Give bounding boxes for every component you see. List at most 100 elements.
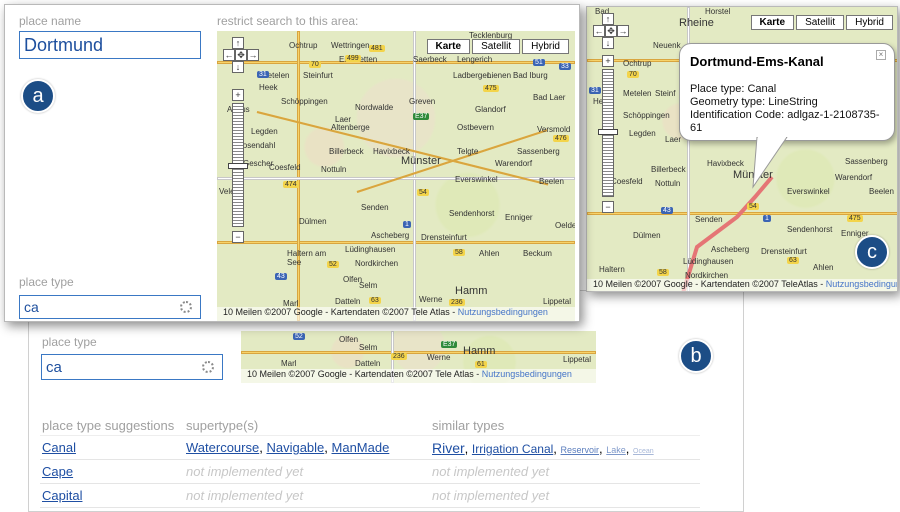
copyright-text: ©2007 Google - Kartendaten ©2007 Tele At… [288, 369, 482, 379]
town-label: Metelen [623, 89, 652, 98]
close-icon[interactable]: × [876, 50, 886, 60]
place-type-input[interactable]: ca [41, 354, 223, 380]
pan-right-icon[interactable]: → [247, 49, 259, 61]
map-type-satellit[interactable]: Satellit [472, 39, 521, 54]
town-label: Nordwalde [355, 103, 394, 112]
map-view[interactable]: Marl Datteln Selm Olfen Werne Hamm Lippe… [241, 331, 596, 383]
terms-link[interactable]: Nutzungsbedingungen [458, 307, 548, 317]
town-label: Lippetal [543, 297, 572, 306]
town-label: Lüdinghausen [683, 257, 734, 266]
pan-up-icon[interactable]: ↑ [232, 37, 244, 49]
pan-left-icon[interactable]: ← [593, 25, 605, 37]
town-label: Münster [401, 155, 441, 167]
map-view[interactable]: Ochtrup Wettringen Tecklenburg Emsdetten… [217, 31, 575, 321]
map-type-karte[interactable]: Karte [750, 15, 795, 30]
town-label: Sassenberg [517, 147, 560, 156]
road-number: 70 [309, 61, 321, 68]
town-label: Beelen [869, 187, 894, 196]
map-type-satellit[interactable]: Satellit [796, 15, 845, 30]
road-number: 63 [369, 297, 381, 304]
similar-type-link[interactable]: River [432, 440, 465, 456]
road-number: 1 [763, 215, 771, 222]
town-label: Oelde [555, 221, 575, 230]
road-number: 63 [787, 257, 799, 264]
similar-type-link[interactable]: Lake [606, 445, 626, 455]
similar-type-link[interactable]: Reservoir [561, 445, 600, 455]
pan-center-icon[interactable]: ✥ [605, 25, 617, 37]
road-number: 70 [627, 71, 639, 78]
popup-place-type: Place type: Canal [690, 83, 777, 95]
town-label: Coesfeld [269, 163, 301, 172]
town-label: Ochtrup [623, 59, 652, 68]
zoom-slider-thumb[interactable] [228, 163, 248, 169]
supertype-link[interactable]: Navigable [266, 440, 324, 455]
town-label: Olfen [339, 335, 359, 344]
town-label: Hamm [455, 285, 488, 297]
town-label: Werne [419, 295, 443, 304]
supertype-link[interactable]: ManMade [332, 440, 390, 455]
town-label: Sendenhorst [449, 209, 495, 218]
road-number: 1 [403, 221, 411, 228]
town-label: Nordkirchen [355, 259, 399, 268]
column-header: supertype(s) [186, 418, 259, 433]
zoom-out-icon[interactable]: − [602, 201, 614, 213]
similar-type-link[interactable]: Ocean [633, 448, 654, 455]
town-label: Sendenhorst [787, 225, 833, 234]
town-label: Hamm [463, 345, 496, 357]
badge-b: b [679, 339, 713, 373]
supertype-link[interactable]: Watercourse [186, 440, 259, 455]
place-type-input[interactable]: ca [19, 295, 201, 319]
pan-up-icon[interactable]: ↑ [602, 13, 614, 25]
town-label: Beckum [523, 249, 552, 258]
not-implemented-text: not implemented yet [432, 488, 550, 503]
suggestion-link[interactable]: Capital [42, 488, 82, 503]
zoom-in-icon[interactable]: + [602, 55, 614, 67]
supertypes: Watercourse, Navigable, ManMade [186, 440, 390, 455]
map-type-selector: Karte Satellit Hybrid [750, 15, 893, 30]
town-label: Ladbergen [453, 71, 492, 80]
town-label: Ascheberg [711, 245, 750, 254]
town-label: Ahlen [813, 263, 834, 272]
pan-left-icon[interactable]: ← [223, 49, 235, 61]
suggestion-link[interactable]: Canal [42, 440, 76, 455]
zoom-slider-thumb[interactable] [598, 129, 618, 135]
town-label: Altenberge [331, 123, 370, 132]
map-type-hybrid[interactable]: Hybrid [846, 15, 893, 30]
terms-link[interactable]: Nutzungsbedingungen [826, 279, 897, 289]
road-number: 54 [417, 189, 429, 196]
town-label: Nottuln [655, 179, 681, 188]
town-label: Haltern am See [287, 249, 327, 267]
town-label: Warendorf [835, 173, 873, 182]
town-label: Wettringen [331, 41, 370, 50]
town-label: Sassenberg [845, 157, 888, 166]
suggestions-table: place type suggestions supertype(s) simi… [40, 418, 700, 508]
pan-center-icon[interactable]: ✥ [235, 49, 247, 61]
place-name-input[interactable]: Dortmund [19, 31, 201, 59]
town-label: Ahlen [479, 249, 500, 258]
zoom-in-icon[interactable]: + [232, 89, 244, 101]
place-type-value: ca [24, 299, 39, 315]
pan-down-icon[interactable]: ↓ [232, 61, 244, 73]
town-label: Selm [359, 281, 378, 290]
town-label: Saerbeck [413, 55, 447, 64]
not-implemented-text: not implemented yet [186, 488, 304, 503]
town-label: Senden [695, 215, 723, 224]
road-number: E37 [413, 113, 430, 120]
town-label: Heek [259, 83, 278, 92]
restrict-area-label: restrict search to this area: [217, 14, 359, 28]
terms-link[interactable]: Nutzungsbedingungen [482, 369, 572, 379]
road-number: 61 [475, 361, 487, 368]
road-number: 43 [275, 273, 287, 280]
pan-down-icon[interactable]: ↓ [602, 37, 614, 49]
map-type-karte[interactable]: Karte [426, 39, 471, 54]
pan-right-icon[interactable]: → [617, 25, 629, 37]
similar-type-link[interactable]: Irrigation Canal [472, 442, 553, 456]
road-number: 43 [661, 207, 673, 214]
badge-a: a [21, 79, 55, 113]
town-label: Senden [361, 203, 389, 212]
column-header: similar types [432, 418, 505, 433]
suggestion-link[interactable]: Cape [42, 464, 73, 479]
town-label: Rheine [679, 17, 714, 29]
zoom-out-icon[interactable]: − [232, 231, 244, 243]
map-type-hybrid[interactable]: Hybrid [522, 39, 569, 54]
